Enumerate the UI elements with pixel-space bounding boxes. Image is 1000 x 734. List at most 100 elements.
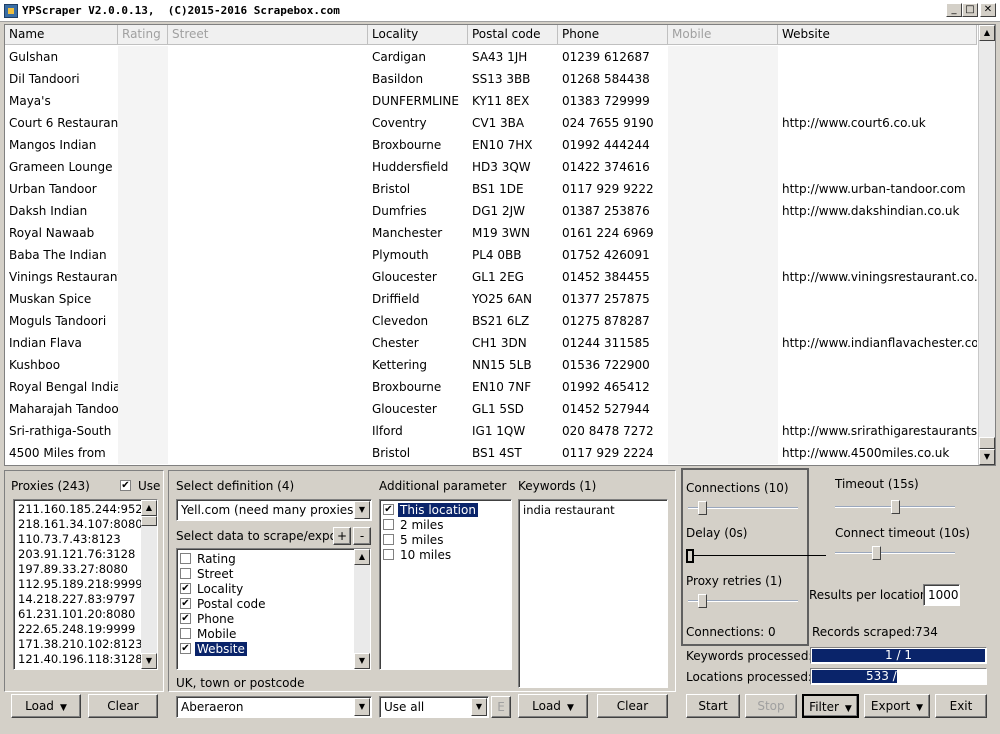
timeout-slider[interactable] [835,499,955,515]
scroll-up-icon[interactable]: ▲ [354,549,370,565]
checkbox[interactable] [180,628,191,639]
chevron-down-icon[interactable]: ▼ [354,501,370,519]
e-button[interactable]: E [491,696,511,718]
timeout-thumb[interactable] [891,500,900,514]
checkbox[interactable] [180,553,191,564]
proxy-item[interactable]: 197.89.33.27:8080 [18,562,128,576]
column-header-street[interactable]: Street [168,25,368,45]
connect-timeout-thumb[interactable] [872,546,881,560]
table-row[interactable]: Urban Tandoor Bristol BS1 1DE 0117 929 9222… [5,178,977,200]
proxy-retries-slider[interactable] [688,593,798,609]
connect-timeout-slider[interactable] [835,545,955,561]
export-button[interactable]: Export ▼ [864,694,930,718]
scroll-up-icon[interactable]: ▲ [141,500,157,516]
grid-scrollbar[interactable]: ▲ ▼ [978,25,995,465]
proxies-list[interactable]: 211.160.185.244:9527 218.161.34.107:8080 1… [13,499,158,670]
keywords-clear-button[interactable]: Clear [597,694,668,718]
column-header-name[interactable]: Name [5,25,118,45]
maximize-button[interactable]: □ [962,3,978,17]
scroll-down-icon[interactable]: ▼ [354,653,370,669]
connections-thumb[interactable] [698,501,707,515]
column-header-postal-code[interactable]: Postal code [468,25,558,45]
table-row[interactable]: Sri-rathiga-South Ilford IG1 1QW 020 8478 7… [5,420,977,442]
stop-button[interactable]: Stop [745,694,797,718]
table-row[interactable]: Mangos Indian Broxbourne EN10 7HX 01992 444… [5,134,977,156]
results-per-location-input[interactable]: 1000 [923,584,960,606]
proxy-item[interactable]: 14.218.227.83:9797 [18,592,135,606]
checkbox[interactable]: ✔ [180,583,191,594]
table-row[interactable]: Baba The Indian Plymouth PL4 0BB 01752 4260… [5,244,977,266]
table-row[interactable]: Indian Flava Chester CH1 3DN 01244 311585 ht… [5,332,977,354]
filter-button[interactable]: Filter ▼ [802,694,859,718]
scroll-thumb[interactable] [141,516,157,526]
column-header-locality[interactable]: Locality [368,25,468,45]
checkbox[interactable] [180,568,191,579]
results-grid[interactable]: Name Rating Street Locality Postal code … [4,24,996,466]
use-proxies-checkbox[interactable]: ✔ [120,480,131,491]
table-row[interactable]: Kushboo Kettering NN15 5LB 01536 722900 [5,354,977,376]
checkbox[interactable]: ✔ [180,598,191,609]
add-definition-button[interactable]: + [333,527,351,545]
proxy-item[interactable]: 203.91.121.76:3128 [18,547,135,561]
scroll-down-icon[interactable]: ▼ [979,449,995,465]
minimize-button[interactable]: _ [946,3,962,17]
proxy-item[interactable]: 61.231.101.20:8080 [18,607,135,621]
exit-button[interactable]: Exit [935,694,987,718]
checkbox[interactable] [383,519,394,530]
proxies-scrollbar[interactable]: ▲ ▼ [141,500,157,669]
start-button[interactable]: Start [686,694,740,718]
proxies-clear-button[interactable]: Clear [88,694,158,718]
checkbox[interactable] [383,549,394,560]
table-row[interactable]: Daksh Indian Dumfries DG1 2JW 01387 253876 h… [5,200,977,222]
table-row[interactable]: 4500 Miles from Bristol BS1 4ST 0117 929 22… [5,442,977,464]
proxy-item[interactable]: 218.161.34.107:8080 [18,517,143,531]
table-row[interactable]: Grameen Lounge Huddersfield HD3 3QW 01422 3… [5,156,977,178]
scroll-down-icon[interactable]: ▼ [141,653,157,669]
proxy-item[interactable]: 112.95.189.218:9999 [18,577,143,591]
proxy-retries-thumb[interactable] [698,594,707,608]
checkbox[interactable]: ✔ [180,643,191,654]
fields-scrollbar[interactable]: ▲ ▼ [354,549,370,669]
location-select[interactable]: Aberaeron ▼ [176,696,372,718]
column-header-rating[interactable]: Rating [118,25,168,45]
table-row[interactable]: Royal Bengal Indian Broxbourne EN10 7NF 019… [5,376,977,398]
use-select[interactable]: Use all ▼ [379,696,489,718]
chevron-down-icon[interactable]: ▼ [471,698,487,716]
keyword-item[interactable]: india restaurant [523,503,615,517]
delay-slider[interactable] [686,548,826,564]
connections-slider[interactable] [688,500,798,516]
scroll-thumb[interactable] [979,437,995,449]
data-fields-list[interactable]: Rating Street ✔ Locality ✔ Postal code ✔ Phone M… [176,548,371,670]
table-row[interactable]: Maharajah Tandoori Gloucester GL1 5SD 01452… [5,398,977,420]
cell-mobile [668,222,778,244]
checkbox[interactable] [383,534,394,545]
column-header-phone[interactable]: Phone [558,25,668,45]
keywords-load-button[interactable]: Load ▼ [518,694,588,718]
proxy-item[interactable]: 222.65.248.19:9999 [18,622,135,636]
table-row[interactable]: Court 6 Restaurant Coventry CV1 3BA 024 765… [5,112,977,134]
proxy-item[interactable]: 121.40.196.118:3128 [18,652,143,666]
scroll-up-icon[interactable]: ▲ [979,25,995,41]
definition-select[interactable]: Yell.com (need many proxies) ▼ [176,499,372,521]
additional-list[interactable]: ✔ This location 2 miles 5 miles 10 miles [379,499,512,670]
table-row[interactable]: Gulshan Cardigan SA43 1JH 01239 612687 [5,46,977,68]
proxies-load-button[interactable]: Load ▼ [11,694,81,718]
table-row[interactable]: Dil Tandoori Basildon SS13 3BB 01268 584438 [5,68,977,90]
delay-thumb[interactable] [686,549,694,563]
proxy-item[interactable]: 171.38.210.102:8123 [18,637,143,651]
table-row[interactable]: Muskan Spice Driffield YO25 6AN 01377 25787… [5,288,977,310]
table-row[interactable]: Maya's DUNFERMLINE KY11 8EX 01383 729999 [5,90,977,112]
remove-definition-button[interactable]: - [353,527,371,545]
column-header-mobile[interactable]: Mobile [668,25,778,45]
keywords-list[interactable]: india restaurant [518,499,668,688]
table-row[interactable]: Moguls Tandoori Clevedon BS21 6LZ 01275 878… [5,310,977,332]
chevron-down-icon[interactable]: ▼ [354,698,370,716]
proxy-item[interactable]: 110.73.7.43:8123 [18,532,121,546]
table-row[interactable]: Royal Nawaab Manchester M19 3WN 0161 224 69… [5,222,977,244]
close-button[interactable]: ✕ [980,3,996,17]
proxy-item[interactable]: 211.160.185.244:9527 [18,502,150,516]
checkbox[interactable]: ✔ [180,613,191,624]
table-row[interactable]: Vinings Restaurant Gloucester GL1 2EG 01452… [5,266,977,288]
column-header-website[interactable]: Website [778,25,977,45]
checkbox[interactable]: ✔ [383,504,394,515]
